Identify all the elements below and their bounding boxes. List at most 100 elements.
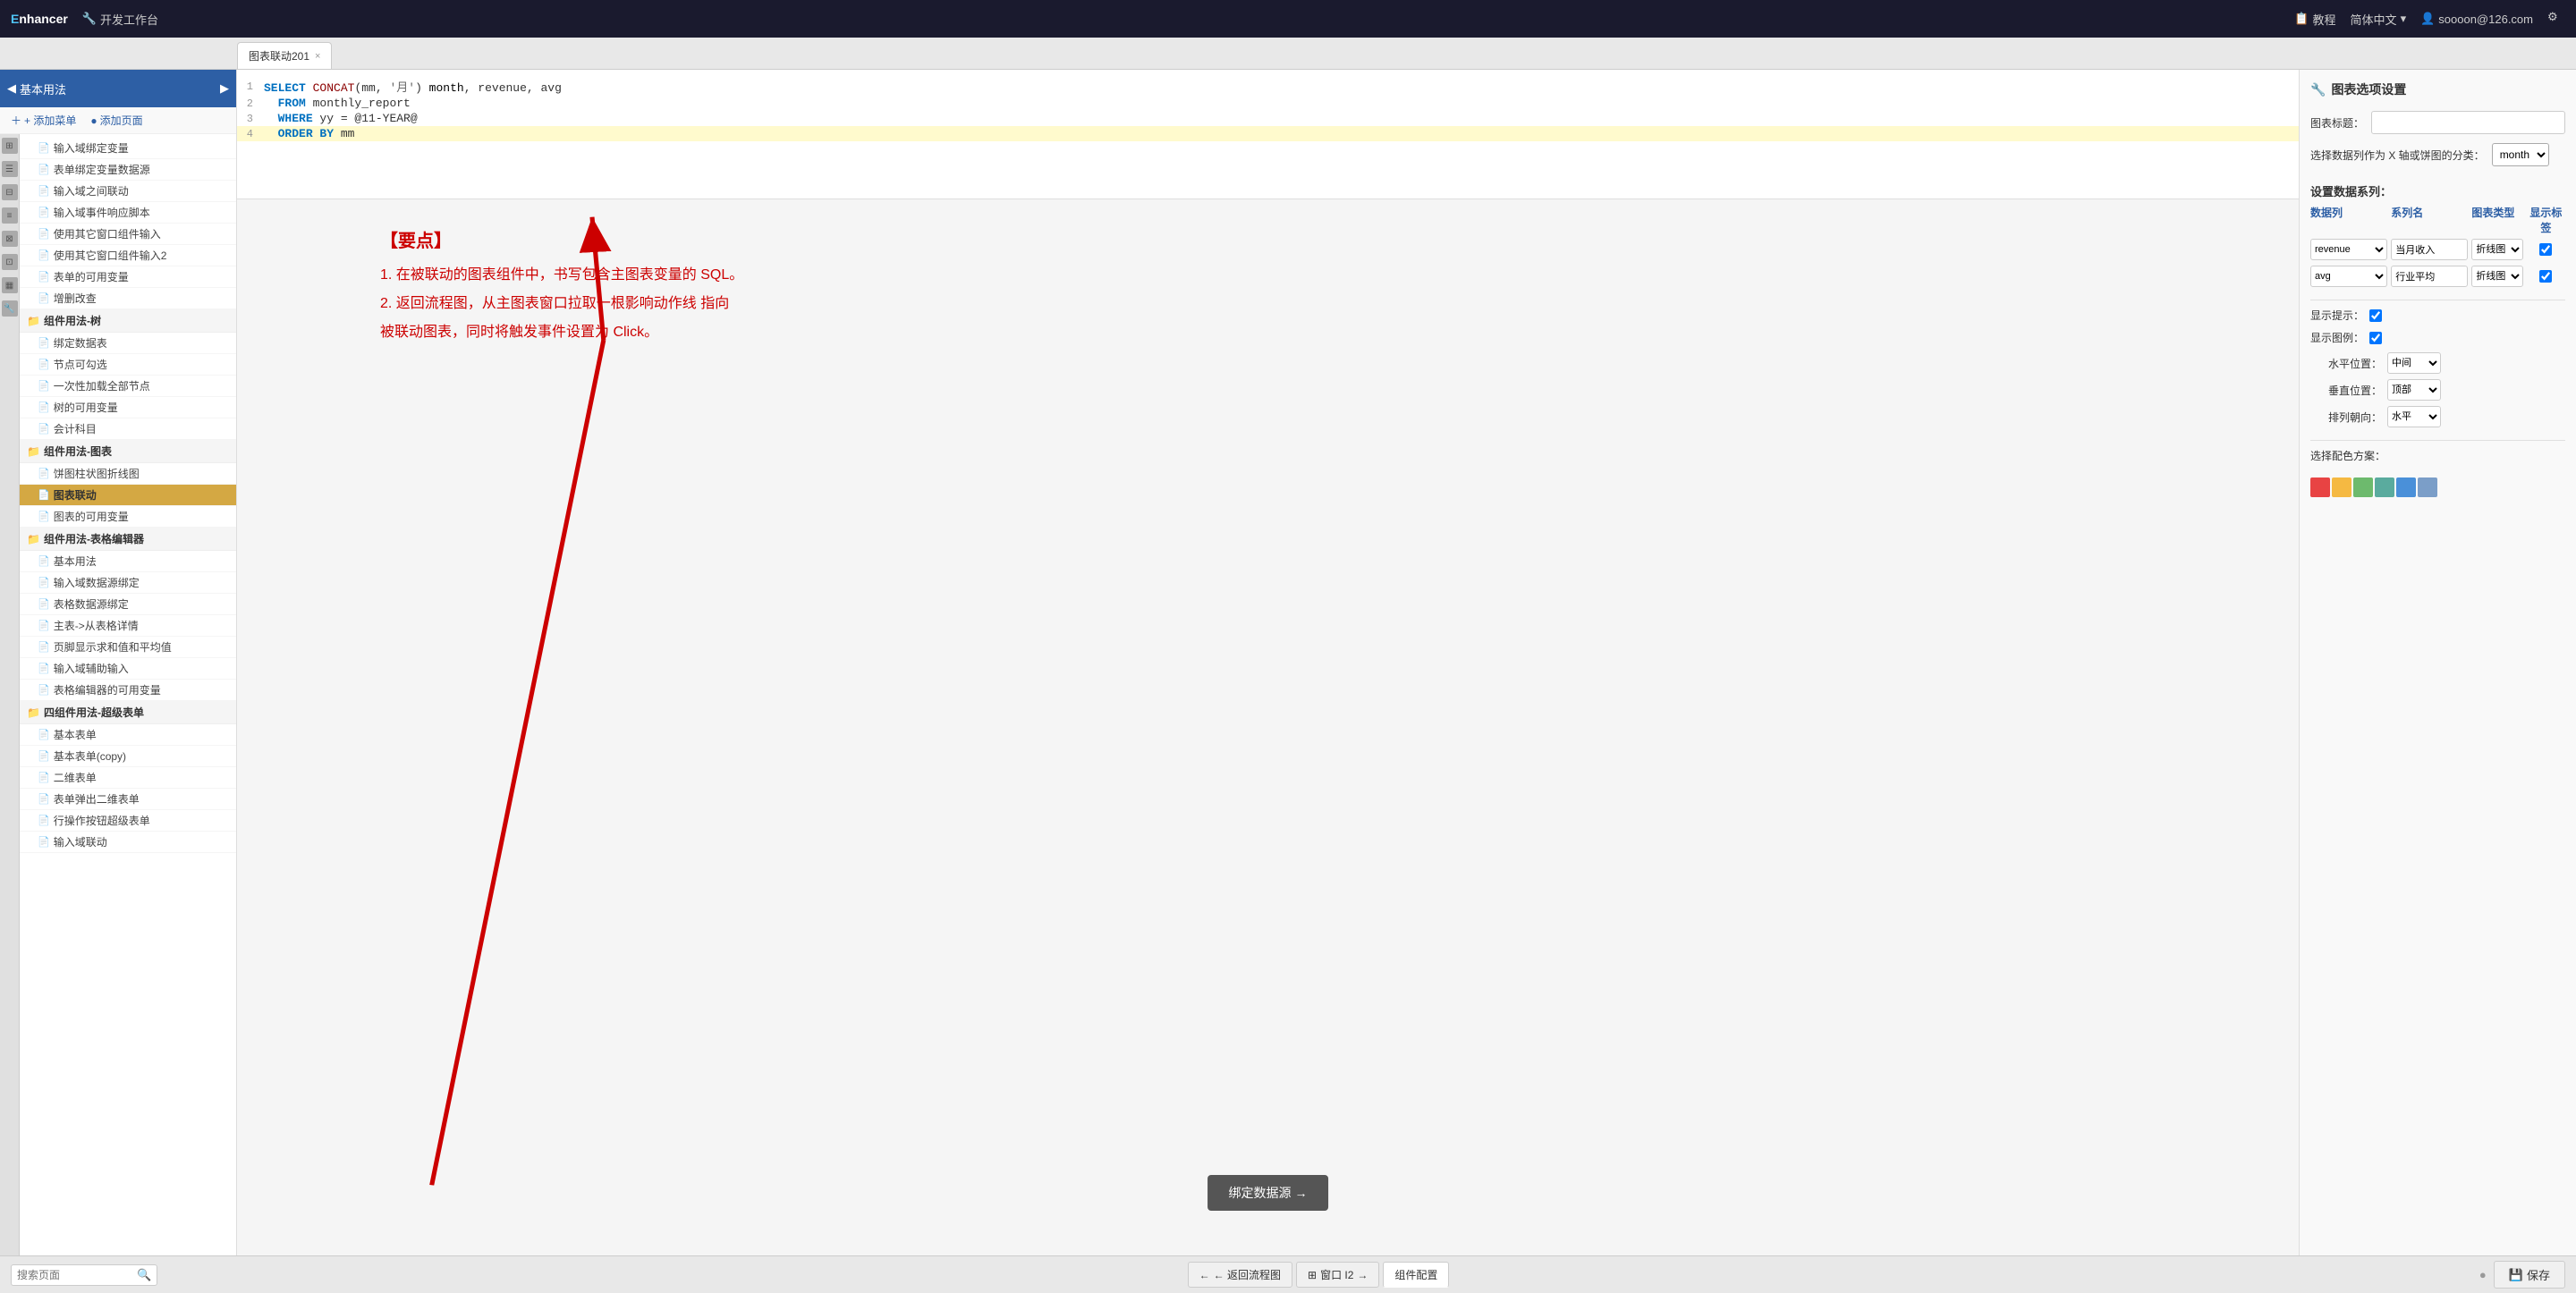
nav-item-input-link2[interactable]: 📄 输入域联动 bbox=[20, 832, 236, 853]
nav-item-master-detail[interactable]: 📄 主表->从表格详情 bbox=[20, 615, 236, 637]
show-tip-label: 显示提示： bbox=[2310, 308, 2364, 323]
icon-block-8[interactable]: 🔧 bbox=[2, 300, 18, 317]
tab-close-button[interactable]: × bbox=[315, 51, 320, 62]
nav-item-load-all[interactable]: 📄 一次性加载全部节点 bbox=[20, 376, 236, 397]
nav-group-chart[interactable]: 📁 组件用法-图表 bbox=[20, 440, 236, 463]
icon-block-2[interactable]: ☰ bbox=[2, 161, 18, 177]
series2-name-input[interactable] bbox=[2391, 266, 2468, 287]
series2-type-select[interactable]: 折线图 bbox=[2471, 266, 2522, 287]
doc-icon: 📄 bbox=[38, 489, 50, 501]
left-arrow-icon[interactable]: ◀ bbox=[7, 81, 16, 96]
nav-item-bind-table[interactable]: 📄 绑定数据表 bbox=[20, 333, 236, 354]
nav-group-table-editor[interactable]: 📁 组件用法-表格编辑器 bbox=[20, 528, 236, 551]
color-swatch-teal[interactable] bbox=[2375, 477, 2394, 497]
annotation-arrows bbox=[237, 199, 2299, 1255]
doc-icon: 📄 bbox=[38, 185, 50, 197]
nav-item-node-check[interactable]: 📄 节点可勾选 bbox=[20, 354, 236, 376]
component-config-label: 组件配置 bbox=[1394, 1267, 1437, 1282]
color-swatch-orange[interactable] bbox=[2332, 477, 2351, 497]
nav-item-input-assist[interactable]: 📄 输入域辅助输入 bbox=[20, 658, 236, 680]
window-tab[interactable]: ⊞ 窗口 I2 → bbox=[1296, 1262, 1379, 1288]
nav-item-event-script[interactable]: 📄 输入域事件响应脚本 bbox=[20, 202, 236, 224]
nav-item-table-ds[interactable]: 📄 表格数据源绑定 bbox=[20, 594, 236, 615]
icon-block-5[interactable]: ⊠ bbox=[2, 231, 18, 247]
bind-datasource-button[interactable]: 绑定数据源 → bbox=[1208, 1175, 1329, 1211]
nav-item-chart-var[interactable]: 📄 图表的可用变量 bbox=[20, 506, 236, 528]
sidebar-content: ⊞ ☰ ⊟ ≡ ⊠ ⊡ ▦ 🔧 📄 输入域绑定变量 📄 表单绑定变量数据源 bbox=[0, 134, 236, 1255]
search-input[interactable] bbox=[17, 1269, 133, 1281]
line-num-4: 4 bbox=[237, 128, 264, 140]
nav-item-crud[interactable]: 📄 增删改查 bbox=[20, 288, 236, 309]
nav-item-row-action[interactable]: 📄 行操作按钮超级表单 bbox=[20, 810, 236, 832]
doc-icon: 📄 bbox=[38, 228, 50, 240]
line-code-1: SELECT CONCAT(mm, '月') month, revenue, a… bbox=[264, 78, 562, 95]
nav-item-basic-form-copy[interactable]: 📄 基本表单(copy) bbox=[20, 746, 236, 767]
nav-item-input-link[interactable]: 📄 输入域之间联动 bbox=[20, 181, 236, 202]
nav-item-other-window2[interactable]: 📄 使用其它窗口组件输入2 bbox=[20, 245, 236, 266]
series1-label-checkbox[interactable] bbox=[2539, 243, 2552, 256]
series1-col-select[interactable]: revenue bbox=[2310, 239, 2387, 260]
nav-item-chart-types[interactable]: 📄 饼图柱状图折线图 bbox=[20, 463, 236, 485]
nav-item-input-ds[interactable]: 📄 输入域数据源绑定 bbox=[20, 572, 236, 594]
nav-item-chart-link[interactable]: 📄 图表联动 bbox=[20, 485, 236, 506]
nav-item-bind-var[interactable]: 📄 输入域绑定变量 bbox=[20, 138, 236, 159]
right-arrow-icon[interactable]: ▶ bbox=[220, 81, 229, 96]
nav-item-other-window[interactable]: 📄 使用其它窗口组件输入 bbox=[20, 224, 236, 245]
nav-item-form-bind[interactable]: 📄 表单绑定变量数据源 bbox=[20, 159, 236, 181]
nav-item-accounting[interactable]: 📄 会计科目 bbox=[20, 418, 236, 440]
lang-switcher[interactable]: 简体中文 ▾ bbox=[2351, 11, 2407, 28]
nav-item-form-var[interactable]: 📄 表单的可用变量 bbox=[20, 266, 236, 288]
color-swatch-red[interactable] bbox=[2310, 477, 2330, 497]
nav-item-popup-form[interactable]: 📄 表单弹出二维表单 bbox=[20, 789, 236, 810]
series-row-1: revenue 折线图 bbox=[2310, 239, 2565, 260]
tutorial-link[interactable]: 📋 教程 bbox=[2294, 11, 2335, 28]
nav-group-super-table[interactable]: 📁 四组件用法-超级表单 bbox=[20, 701, 236, 724]
h-position-select[interactable]: 中间 左侧 右侧 bbox=[2387, 352, 2441, 374]
color-swatch-blue[interactable] bbox=[2396, 477, 2416, 497]
x-axis-select[interactable]: month bbox=[2492, 143, 2549, 166]
lang-label: 简体中文 bbox=[2351, 11, 2397, 28]
logo: Enhancer bbox=[11, 12, 68, 26]
search-icon[interactable]: 🔍 bbox=[137, 1268, 151, 1282]
nav-group-tree[interactable]: 📁 组件用法-树 bbox=[20, 309, 236, 333]
series1-type-select[interactable]: 折线图 bbox=[2471, 239, 2522, 260]
chart-title-input[interactable] bbox=[2371, 111, 2565, 134]
icon-block-4[interactable]: ≡ bbox=[2, 207, 18, 224]
nav-item-basic-form[interactable]: 📄 基本表单 bbox=[20, 724, 236, 746]
nav-item-footer[interactable]: 📄 页脚显示求和值和平均值 bbox=[20, 637, 236, 658]
nav-item-tree-var[interactable]: 📄 树的可用变量 bbox=[20, 397, 236, 418]
tabbar: 图表联动201 × bbox=[0, 38, 2576, 70]
component-config-tab[interactable]: 组件配置 bbox=[1383, 1262, 1449, 1288]
show-tip-checkbox[interactable] bbox=[2369, 309, 2382, 322]
add-menu-button[interactable]: ＋ + 添加菜单 bbox=[7, 111, 80, 130]
folder-icon: 📁 bbox=[27, 445, 40, 458]
back-to-flow-button[interactable]: ← ← 返回流程图 bbox=[1188, 1262, 1292, 1288]
book-icon: 📋 bbox=[2294, 12, 2309, 26]
nav-item-editor-var[interactable]: 📄 表格编辑器的可用变量 bbox=[20, 680, 236, 701]
icon-block-6[interactable]: ⊡ bbox=[2, 254, 18, 270]
sort-direction-select[interactable]: 水平 垂直 bbox=[2387, 406, 2441, 427]
settings-icon[interactable]: ⚙ bbox=[2547, 10, 2565, 28]
user-account[interactable]: 👤 soooon@126.com bbox=[2420, 12, 2533, 26]
add-page-button[interactable]: ● 添加页面 bbox=[87, 111, 146, 130]
save-button[interactable]: 💾 保存 bbox=[2494, 1261, 2565, 1289]
icon-block-7[interactable]: ▦ bbox=[2, 277, 18, 293]
show-tip-row: 显示提示： bbox=[2310, 308, 2565, 323]
v-position-select[interactable]: 顶部 底部 bbox=[2387, 379, 2441, 401]
series2-label-checkbox[interactable] bbox=[2539, 270, 2552, 283]
x-axis-row: 选择数据列作为 X 轴或饼图的分类： month bbox=[2310, 143, 2565, 166]
topbar: Enhancer 🔧 开发工作台 📋 教程 简体中文 ▾ 👤 soooon@12… bbox=[0, 0, 2576, 38]
nav-item-basic[interactable]: 📄 基本用法 bbox=[20, 551, 236, 572]
color-swatch-green[interactable] bbox=[2353, 477, 2373, 497]
nav-item-2d-form[interactable]: 📄 二维表单 bbox=[20, 767, 236, 789]
icon-block-1[interactable]: ⊞ bbox=[2, 138, 18, 154]
grid-icon: ⊞ bbox=[1308, 1269, 1317, 1281]
series2-col-select[interactable]: avg bbox=[2310, 266, 2387, 287]
icon-block-3[interactable]: ⊟ bbox=[2, 184, 18, 200]
folder-icon: 📁 bbox=[27, 533, 40, 545]
show-legend-checkbox[interactable] bbox=[2369, 332, 2382, 344]
line-num-3: 3 bbox=[237, 113, 264, 125]
main-tab[interactable]: 图表联动201 × bbox=[237, 42, 332, 69]
series1-name-input[interactable] bbox=[2391, 239, 2468, 260]
color-swatch-steel[interactable] bbox=[2418, 477, 2437, 497]
